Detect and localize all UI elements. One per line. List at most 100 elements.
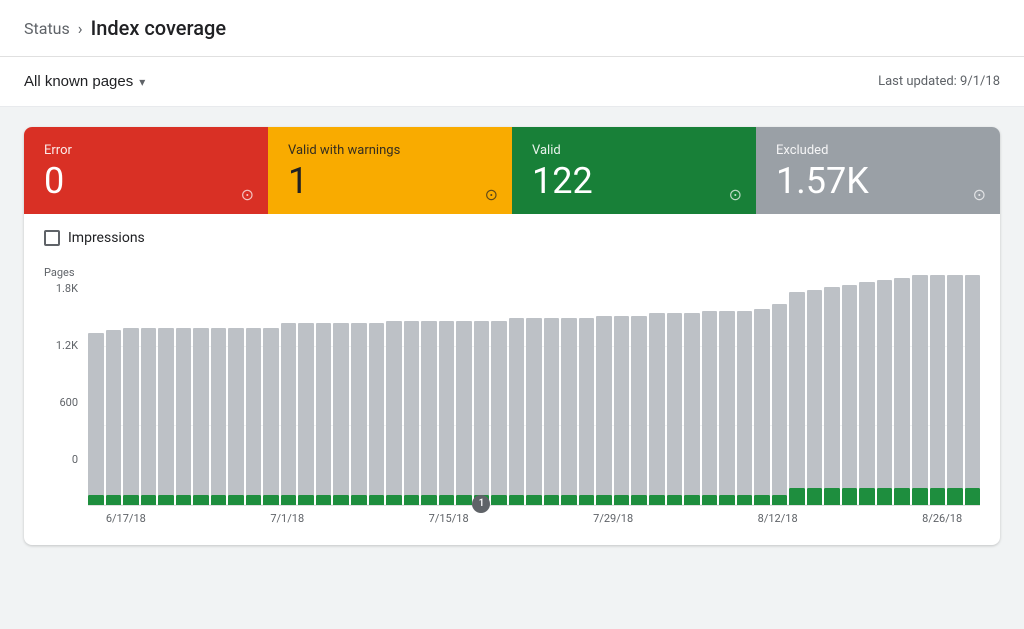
bar-green [141, 495, 157, 505]
bar-group: 1 [474, 266, 490, 505]
bar-gray [596, 316, 612, 495]
bar-group [263, 266, 279, 505]
bar-group [246, 266, 262, 505]
main-content: Error 0 ⊙ Valid with warnings 1 ⊙ Valid … [0, 107, 1024, 565]
bar-gray [789, 292, 805, 488]
bar-group [106, 266, 122, 505]
bar-gray [281, 323, 297, 495]
bar-group [176, 266, 192, 505]
tile-error-value: 0 [44, 162, 248, 202]
bar-gray [298, 323, 314, 495]
bar-group [737, 266, 753, 505]
tile-warning-label: Valid with warnings [288, 143, 492, 158]
bar-gray [842, 285, 858, 488]
bar-green [123, 495, 139, 505]
y-tick-3: 600 [59, 396, 84, 409]
tile-error[interactable]: Error 0 ⊙ [24, 127, 268, 214]
bar-gray [807, 290, 823, 488]
last-updated-label: Last updated: 9/1/18 [878, 74, 1000, 89]
bar-gray [369, 323, 385, 495]
bar-gray [123, 328, 139, 495]
bar-group [754, 266, 770, 505]
bar-green [561, 495, 577, 505]
tile-warning[interactable]: Valid with warnings 1 ⊙ [268, 127, 512, 214]
help-icon-valid[interactable]: ⊙ [729, 185, 742, 204]
toolbar: All known pages ▾ Last updated: 9/1/18 [0, 57, 1024, 107]
x-label-5: 8/12/18 [758, 512, 798, 525]
bar-gray [702, 311, 718, 495]
bar-gray [439, 321, 455, 495]
bar-group [158, 266, 174, 505]
bar-green [807, 488, 823, 505]
chart-section: Impressions Pages 1.8K 1.2K 600 0 [24, 214, 1000, 545]
bar-green [176, 495, 192, 505]
bar-group [614, 266, 630, 505]
bar-gray [737, 311, 753, 495]
tile-excluded[interactable]: Excluded 1.57K ⊙ [756, 127, 1000, 214]
help-icon-warning[interactable]: ⊙ [485, 185, 498, 204]
bar-gray [772, 304, 788, 495]
bar-group [877, 266, 893, 505]
x-axis-labels: 6/17/18 7/1/18 7/15/18 7/29/18 8/12/18 8… [88, 512, 980, 525]
bar-group [649, 266, 665, 505]
bar-green [965, 488, 981, 505]
bar-green [649, 495, 665, 505]
bar-green [211, 495, 227, 505]
bar-gray [684, 313, 700, 495]
impressions-label: Impressions [68, 230, 145, 246]
y-axis-ticks: 1.8K 1.2K 600 0 [44, 282, 84, 466]
bar-gray [894, 278, 910, 488]
tile-valid-label: Valid [532, 143, 736, 158]
bar-group [965, 266, 981, 505]
bar-green [193, 495, 209, 505]
bar-green [351, 495, 367, 505]
bar-gray [333, 323, 349, 495]
tile-warning-value: 1 [288, 162, 492, 202]
bar-green [316, 495, 332, 505]
bar-gray [930, 275, 946, 488]
bar-gray [667, 313, 683, 495]
tile-valid[interactable]: Valid 122 ⊙ [512, 127, 756, 214]
bar-green [509, 495, 525, 505]
bar-green [158, 495, 174, 505]
bar-group [369, 266, 385, 505]
annotation-dot[interactable]: 1 [472, 495, 490, 513]
bar-green [789, 488, 805, 505]
bar-group [211, 266, 227, 505]
help-icon-excluded[interactable]: ⊙ [973, 185, 986, 204]
bar-group [526, 266, 542, 505]
impressions-toggle[interactable]: Impressions [44, 230, 980, 246]
bar-green [526, 495, 542, 505]
bar-group [719, 266, 735, 505]
bar-group [491, 266, 507, 505]
bar-green [877, 488, 893, 505]
chart-wrapper: Pages 1.8K 1.2K 600 0 1 [44, 266, 980, 525]
bar-group [123, 266, 139, 505]
index-coverage-card: Error 0 ⊙ Valid with warnings 1 ⊙ Valid … [24, 127, 1000, 545]
filter-dropdown[interactable]: All known pages ▾ [24, 69, 145, 94]
bar-group [193, 266, 209, 505]
bar-group [947, 266, 963, 505]
bar-gray [456, 321, 472, 495]
y-tick-2: 1.2K [56, 339, 84, 352]
bar-green [369, 495, 385, 505]
bar-green [667, 495, 683, 505]
bar-gray [106, 330, 122, 495]
bar-green [614, 495, 630, 505]
bar-gray [947, 275, 963, 488]
help-icon-error[interactable]: ⊙ [241, 185, 254, 204]
header: Status › Index coverage [0, 0, 1024, 57]
bar-gray [526, 318, 542, 495]
bar-green [386, 495, 402, 505]
impressions-checkbox[interactable] [44, 230, 60, 246]
bar-group [789, 266, 805, 505]
breadcrumb-chevron: › [78, 19, 83, 38]
status-tiles: Error 0 ⊙ Valid with warnings 1 ⊙ Valid … [24, 127, 1000, 214]
bar-green [754, 495, 770, 505]
bar-green [263, 495, 279, 505]
bar-green [228, 495, 244, 505]
bar-green [491, 495, 507, 505]
page-title: Index coverage [91, 16, 227, 40]
bar-green [421, 495, 437, 505]
bar-group [281, 266, 297, 505]
